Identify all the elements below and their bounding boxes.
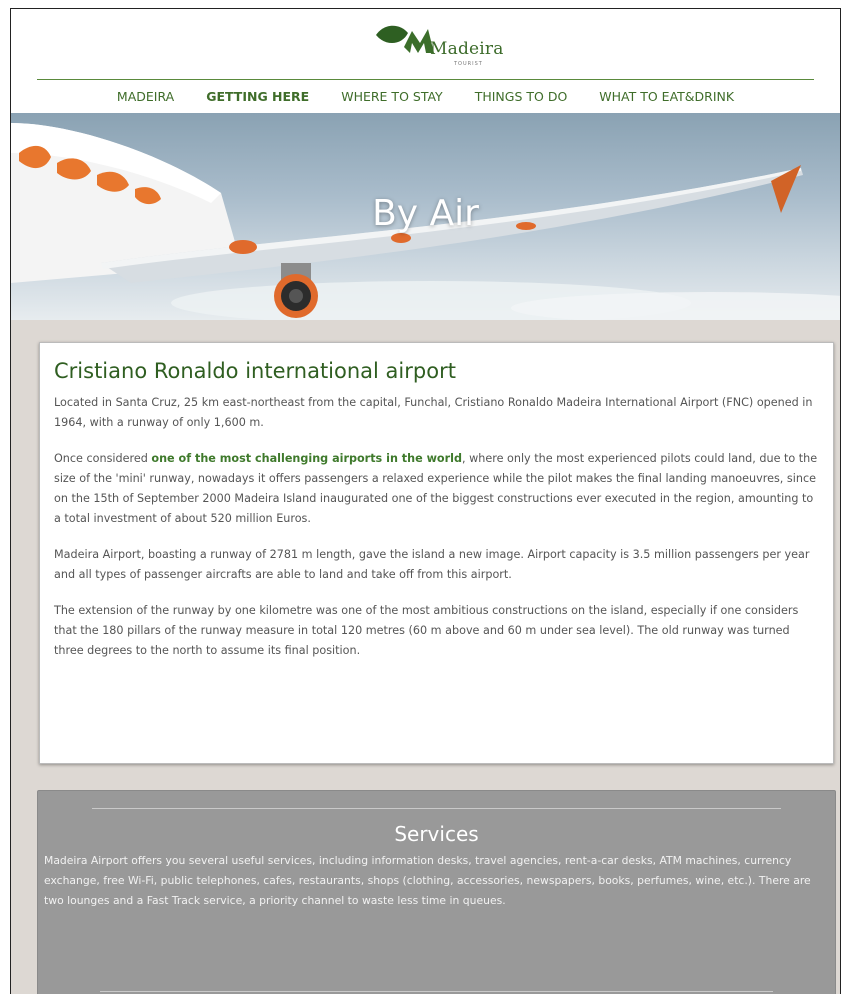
article-title: Cristiano Ronaldo international airport	[54, 359, 456, 383]
site-header: Madeira TOURIST MADEIRA GETTING HERE WHE…	[11, 9, 840, 113]
services-title: Services	[394, 822, 479, 846]
nav-item-things-to-do[interactable]: THINGS TO DO	[475, 89, 568, 104]
article-paragraph-3: Madeira Airport, boasting a runway of 27…	[54, 548, 810, 581]
site-logo[interactable]: Madeira TOURIST	[374, 23, 504, 67]
leaf-logo-icon	[376, 25, 434, 53]
services-text: Madeira Airport offers you several usefu…	[44, 854, 811, 907]
logo-wordmark: Madeira	[430, 39, 504, 59]
article-paragraph-4: The extension of the runway by one kilom…	[54, 604, 799, 657]
main-nav: MADEIRA GETTING HERE WHERE TO STAY THING…	[11, 89, 840, 104]
article-paragraph-1: Located in Santa Cruz, 25 km east-northe…	[54, 396, 813, 429]
challenging-airport-highlight: one of the most challenging airports in …	[151, 452, 462, 465]
logo-subtitle: TOURIST	[454, 61, 483, 67]
nav-item-what-to-eat-drink[interactable]: WHAT TO EAT&DRINK	[599, 89, 734, 104]
nav-item-where-to-stay[interactable]: WHERE TO STAY	[341, 89, 442, 104]
nav-item-madeira[interactable]: MADEIRA	[117, 89, 174, 104]
article-paragraph-2: Once considered one of the most challeng…	[54, 449, 819, 529]
services-bottom-divider	[100, 991, 773, 992]
airport-article-card: Cristiano Ronaldo international airport …	[39, 342, 834, 764]
hero-banner: By Air	[11, 113, 840, 320]
paragraph-2-start: Once considered	[54, 452, 152, 465]
page-frame: Madeira TOURIST MADEIRA GETTING HERE WHE…	[10, 8, 841, 994]
services-panel: Services Madeira Airport offers you seve…	[37, 790, 836, 994]
services-top-divider	[92, 808, 781, 809]
nav-item-getting-here[interactable]: GETTING HERE	[206, 89, 309, 104]
content-area: Cristiano Ronaldo international airport …	[11, 320, 840, 994]
header-divider	[37, 79, 814, 80]
hero-title: By Air	[372, 193, 479, 234]
